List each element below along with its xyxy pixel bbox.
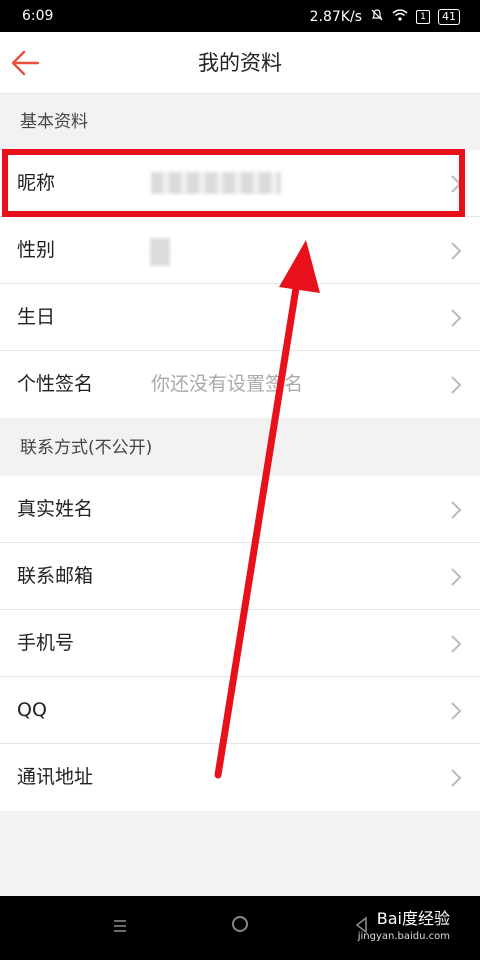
app-header: 我的资料	[0, 32, 480, 94]
chevron-right-icon	[450, 375, 462, 395]
watermark-brand: Bai度经验	[376, 909, 450, 928]
status-bar: 6:09 2.87K/s 1 41	[0, 0, 480, 32]
row-gender[interactable]: 性别	[0, 217, 480, 284]
battery-icon: 41	[438, 9, 460, 25]
row-real-name[interactable]: 真实姓名	[0, 476, 480, 543]
page-title: 我的资料	[198, 51, 282, 75]
gender-value-redacted	[150, 238, 170, 266]
status-time: 6:09	[22, 8, 54, 24]
nickname-value-redacted	[151, 172, 281, 194]
row-label: 通讯地址	[17, 766, 94, 788]
system-nav-bar: Bai度经验 jingyan.baidu.com	[0, 896, 480, 960]
chevron-right-icon	[450, 500, 462, 520]
row-birthday[interactable]: 生日	[0, 284, 480, 351]
section-title-basic-info: 基本资料	[0, 94, 480, 150]
mute-icon	[370, 8, 384, 26]
wifi-icon	[392, 8, 408, 26]
row-label: 手机号	[17, 632, 75, 654]
signature-value: 你还没有设置签名	[151, 373, 304, 395]
row-nickname[interactable]: 昵称	[0, 150, 480, 217]
row-email[interactable]: 联系邮箱	[0, 543, 480, 610]
network-speed: 2.87K/s	[309, 9, 362, 25]
arrow-left-icon[interactable]	[8, 47, 42, 79]
sim-icon: 1	[416, 10, 430, 24]
row-qq[interactable]: QQ	[0, 677, 480, 744]
row-label: 联系邮箱	[17, 565, 94, 587]
home-icon[interactable]	[232, 916, 248, 932]
menu-icon[interactable]	[112, 918, 128, 932]
chevron-right-icon	[450, 241, 462, 261]
row-label: 性别	[17, 239, 56, 261]
row-label: 个性签名	[17, 373, 94, 395]
row-phone[interactable]: 手机号	[0, 610, 480, 677]
row-label: 生日	[17, 306, 56, 328]
chevron-right-icon	[450, 308, 462, 328]
chevron-right-icon	[450, 174, 462, 194]
chevron-right-icon	[450, 701, 462, 721]
row-label: QQ	[17, 699, 47, 721]
watermark-url: jingyan.baidu.com	[357, 931, 450, 942]
chevron-right-icon	[450, 768, 462, 788]
chevron-right-icon	[450, 567, 462, 587]
contact-info-list: 真实姓名 联系邮箱 手机号 QQ 通讯地址	[0, 476, 480, 811]
chevron-right-icon	[450, 634, 462, 654]
status-indicators: 2.87K/s 1 41	[310, 8, 460, 26]
watermark: Bai度经验 jingyan.baidu.com	[358, 910, 450, 946]
basic-info-list: 昵称 性别 生日 个性签名 你还没有设置签名	[0, 150, 480, 418]
row-label: 真实姓名	[17, 498, 94, 520]
row-label: 昵称	[17, 172, 56, 194]
section-title-contact: 联系方式(不公开)	[0, 420, 480, 476]
row-address[interactable]: 通讯地址	[0, 744, 480, 811]
row-signature[interactable]: 个性签名 你还没有设置签名	[0, 351, 480, 418]
